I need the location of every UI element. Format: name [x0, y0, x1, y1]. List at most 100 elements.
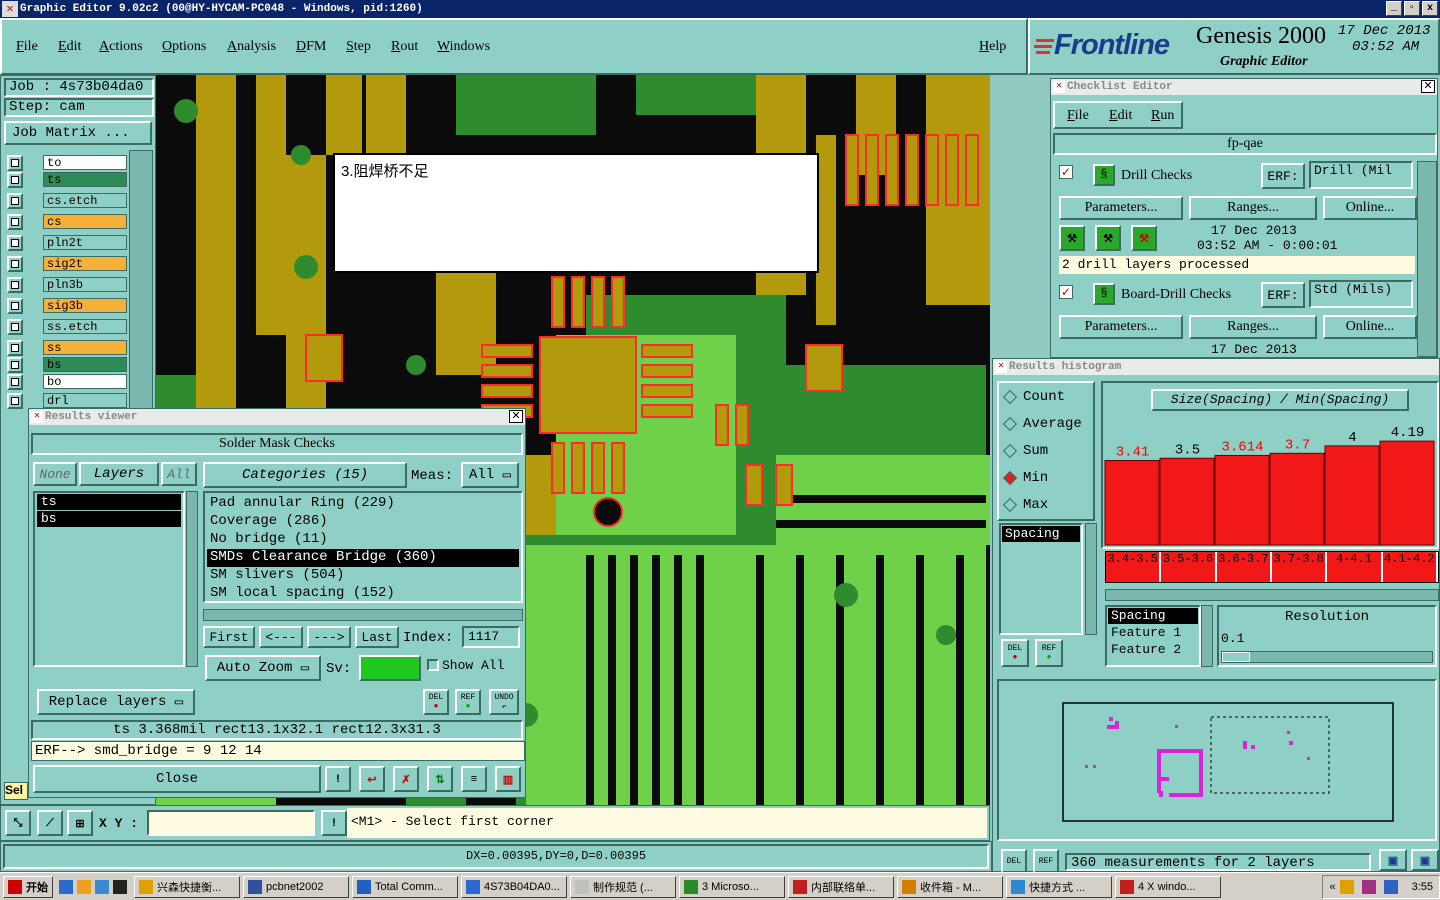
- layer-row-bo[interactable]: bo: [7, 373, 127, 390]
- result-layer-list[interactable]: ts bs: [33, 491, 185, 667]
- menu-rout[interactable]: Rout: [391, 39, 418, 55]
- feature-item[interactable]: Feature 1: [1108, 625, 1198, 641]
- layer-name[interactable]: ss: [43, 340, 127, 355]
- sv-color-dropdown[interactable]: [359, 655, 421, 681]
- show-all-checkbox[interactable]: [427, 659, 439, 671]
- taskbar-task[interactable]: 3 Microso...: [679, 875, 785, 898]
- maximize-button[interactable]: ▫: [1404, 1, 1420, 16]
- categories-button[interactable]: Categories (15): [203, 462, 407, 488]
- layer-checkbox[interactable]: [7, 192, 23, 209]
- layer-name[interactable]: pln3b: [43, 277, 127, 292]
- prev-button[interactable]: <---: [259, 626, 303, 648]
- layer-checkbox[interactable]: [7, 255, 23, 272]
- export-icon[interactable]: ↩: [359, 766, 385, 792]
- tray-icon[interactable]: [1361, 879, 1376, 894]
- drill-check-icon[interactable]: §: [1093, 164, 1115, 186]
- result-layer-item[interactable]: bs: [37, 511, 181, 527]
- check-enabled-checkbox[interactable]: ✓: [1059, 285, 1073, 299]
- taskbar-task[interactable]: pcbnet2002: [243, 875, 349, 898]
- feature-list[interactable]: Spacing Feature 1 Feature 2: [1105, 605, 1201, 667]
- xy-input[interactable]: [147, 810, 315, 836]
- ranges-button[interactable]: Ranges...: [1189, 196, 1317, 220]
- overview-del-button[interactable]: DEL: [1001, 849, 1027, 873]
- taskbar-task[interactable]: 4 X windo...: [1115, 875, 1221, 898]
- resolution-slider[interactable]: [1221, 651, 1433, 663]
- checklist-menu-edit[interactable]: Edit: [1109, 108, 1132, 124]
- taskbar-task[interactable]: 兴森快捷衡...: [134, 875, 240, 898]
- meas-dropdown[interactable]: All ▭: [461, 462, 519, 488]
- overview-ref-button[interactable]: REF: [1033, 849, 1059, 873]
- layer-row-bs[interactable]: bs: [7, 356, 127, 373]
- close-button[interactable]: x: [1422, 1, 1438, 16]
- checklist-scrollbar[interactable]: [1417, 161, 1437, 357]
- category-hscrollbar[interactable]: [203, 609, 523, 621]
- last-button[interactable]: Last: [355, 626, 399, 648]
- feature-list-scrollbar[interactable]: [1201, 605, 1213, 667]
- checklist-close-icon[interactable]: ✕: [1421, 80, 1435, 93]
- histogram-bar[interactable]: [1159, 457, 1215, 546]
- del-button[interactable]: DEL ●: [423, 689, 449, 715]
- menu-edit[interactable]: Edit: [58, 39, 81, 55]
- checklist-menu-file[interactable]: File: [1067, 108, 1089, 124]
- layer-row-cs.etch[interactable]: cs.etch: [7, 192, 127, 209]
- menu-step[interactable]: Step: [346, 39, 371, 55]
- layer-row-ss.etch[interactable]: ss.etch: [7, 318, 127, 335]
- layer-row-drl[interactable]: drl: [7, 392, 127, 409]
- taskbar-task[interactable]: 4S73B04DA0...: [461, 875, 567, 898]
- histogram-icon[interactable]: ▥: [495, 766, 521, 792]
- histogram-bar[interactable]: [1104, 459, 1160, 546]
- layer-checkbox[interactable]: [7, 154, 23, 171]
- first-button[interactable]: First: [203, 626, 255, 648]
- job-matrix-button[interactable]: Job Matrix ...: [4, 121, 152, 145]
- ie-icon[interactable]: [59, 879, 73, 894]
- undo-button[interactable]: UNDO ↶: [489, 689, 519, 715]
- layer-row-sig2t[interactable]: sig2t: [7, 255, 127, 272]
- zoom-window-icon[interactable]: ▣: [1379, 849, 1407, 871]
- run-icon[interactable]: ⚒: [1059, 225, 1085, 251]
- layer-row-to[interactable]: to: [7, 154, 127, 171]
- histogram-hscrollbar[interactable]: [1105, 589, 1439, 601]
- layer-checkbox[interactable]: [7, 392, 23, 409]
- histogram-attr-list[interactable]: Spacing: [999, 523, 1083, 635]
- taskbar-task[interactable]: Total Comm...: [352, 875, 458, 898]
- taskbar-task[interactable]: 收件箱 - M...: [897, 875, 1003, 898]
- compare-icon[interactable]: ⇅: [427, 766, 453, 792]
- category-item[interactable]: SMDs Clearance Bridge (360): [207, 549, 519, 567]
- results-viewer-close-icon[interactable]: ✕: [509, 410, 523, 423]
- category-item[interactable]: No bridge (11): [207, 531, 519, 549]
- menu-file[interactable]: File: [16, 39, 38, 55]
- info-icon[interactable]: !: [325, 766, 351, 792]
- feature-item[interactable]: Spacing: [1108, 608, 1198, 624]
- check-enabled-checkbox[interactable]: ✓: [1059, 165, 1073, 179]
- layer-checkbox[interactable]: [7, 373, 23, 390]
- run-selected-icon[interactable]: ⚒: [1095, 225, 1121, 251]
- online-button[interactable]: Online...: [1323, 315, 1417, 339]
- taskbar-task[interactable]: 内部联络单...: [788, 875, 894, 898]
- checklist-menu-run[interactable]: Run: [1151, 108, 1174, 124]
- histogram-del-button[interactable]: DEL ●: [1001, 639, 1029, 667]
- index-input[interactable]: 1117: [462, 626, 520, 648]
- mode-count-radio[interactable]: Count: [1002, 389, 1065, 405]
- mode-average-radio[interactable]: Average: [1002, 416, 1082, 432]
- ranges-button[interactable]: Ranges...: [1189, 315, 1317, 339]
- cancel-icon[interactable]: ✗: [393, 766, 419, 792]
- layer-row-ss[interactable]: ss: [7, 339, 127, 356]
- layer-name[interactable]: ts: [43, 172, 127, 187]
- layers-none-button[interactable]: None: [33, 462, 77, 486]
- x-server-icon[interactable]: [113, 879, 127, 894]
- layer-checkbox[interactable]: [7, 213, 23, 230]
- layer-row-pln3b[interactable]: pln3b: [7, 276, 127, 293]
- category-item[interactable]: Coverage (286): [207, 513, 519, 531]
- layer-name[interactable]: sig3b: [43, 298, 127, 313]
- menu-actions[interactable]: Actions: [99, 39, 143, 55]
- layer-name[interactable]: bo: [43, 374, 127, 389]
- layer-row-ts[interactable]: ts: [7, 171, 127, 188]
- layer-name[interactable]: ss.etch: [43, 319, 127, 334]
- layer-checkbox[interactable]: [7, 356, 23, 373]
- menu-analysis[interactable]: Analysis: [227, 39, 276, 55]
- online-button[interactable]: Online...: [1323, 196, 1417, 220]
- category-item[interactable]: SM local spacing (152): [207, 585, 519, 603]
- attr-list-scrollbar[interactable]: [1085, 523, 1097, 635]
- mode-min-radio[interactable]: Min: [1002, 470, 1048, 486]
- parameters-button[interactable]: Parameters...: [1059, 196, 1183, 220]
